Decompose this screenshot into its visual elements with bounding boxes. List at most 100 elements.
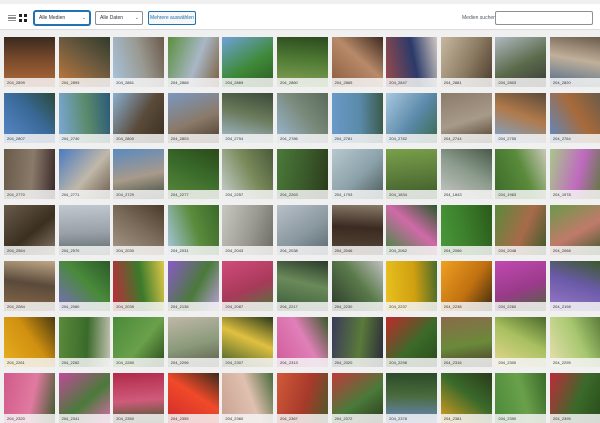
media-thumbnail[interactable]: 204_2820 (549, 37, 600, 87)
media-thumbnail[interactable]: 204_2847 (386, 37, 438, 87)
media-thumbnail[interactable]: 204_2781 (331, 93, 383, 143)
media-thumbnail[interactable]: 204_2260 (495, 261, 547, 311)
media-thumbnail[interactable]: 204_2390 (495, 373, 547, 423)
chevron-down-icon: ⌄ (81, 15, 86, 21)
media-thumbnail[interactable]: 204_2786 (276, 93, 328, 143)
media-thumbnail[interactable]: 204_2381 (440, 373, 492, 423)
media-thumbnail[interactable]: 204_2300 (495, 317, 547, 367)
thumbnail-filename: 204_2261 (4, 358, 55, 367)
media-thumbnail[interactable]: 204_2341 (58, 373, 110, 423)
media-thumbnail[interactable]: 204_2372 (331, 373, 383, 423)
media-thumbnail[interactable]: 204_2062 (386, 205, 438, 255)
media-thumbnail[interactable]: 204_2807 (4, 93, 55, 143)
media-thumbnail[interactable]: 204_2564 (4, 205, 55, 255)
media-thumbnail[interactable]: 204_1843 (440, 149, 492, 199)
media-search-input[interactable] (495, 11, 593, 25)
media-thumbnail[interactable]: 204_2262 (58, 317, 110, 367)
thumbnail-filename: 204_2295 (549, 358, 600, 367)
media-thumbnail[interactable]: 204_2893 (58, 37, 110, 87)
media-thumbnail[interactable]: 204_2367 (276, 373, 328, 423)
media-thumbnail[interactable]: 204_2729 (113, 149, 165, 199)
media-thumbnail[interactable]: 204_1978 (549, 149, 600, 199)
media-thumbnail[interactable]: 204_2320 (331, 317, 383, 367)
media-thumbnail[interactable]: 204_2350 (113, 373, 165, 423)
media-thumbnail[interactable]: 204_2038 (276, 205, 328, 255)
media-thumbnail[interactable]: 204_2378 (386, 373, 438, 423)
media-thumbnail[interactable]: 204_2046 (331, 205, 383, 255)
thumbnail-filename: 204_1834 (386, 190, 438, 199)
media-thumbnail[interactable]: 204_2869 (222, 37, 274, 87)
media-thumbnail[interactable]: 204_2048 (495, 205, 547, 255)
media-thumbnail[interactable]: 204_2066 (440, 205, 492, 255)
thumbnail-filename: 204_2744 (440, 134, 492, 143)
thumbnail-filename: 204_2084 (4, 302, 55, 311)
media-thumbnail[interactable]: 204_2298 (386, 317, 438, 367)
media-thumbnail[interactable]: 204_2237 (386, 261, 438, 311)
media-thumbnail[interactable]: 204_2355 (167, 373, 219, 423)
media-thumbnail[interactable]: 204_2899 (4, 37, 55, 87)
media-thumbnail[interactable]: 204_2570 (58, 205, 110, 255)
media-thumbnail[interactable]: 204_1793 (331, 149, 383, 199)
media-thumbnail[interactable]: 204_1963 (495, 149, 547, 199)
media-type-filter-select[interactable]: Alle Medien ⌄ (34, 11, 90, 25)
media-thumbnail[interactable]: 204_2800 (113, 93, 165, 143)
media-thumbnail[interactable]: 204_2771 (58, 149, 110, 199)
thumbnail-filename: 204_2771 (58, 190, 110, 199)
media-thumbnail[interactable]: 204_2881 (440, 37, 492, 87)
media-thumbnail[interactable]: 204_2031 (167, 205, 219, 255)
media-thumbnail[interactable]: 204_2035 (113, 261, 165, 311)
media-thumbnail[interactable]: 204_2030 (113, 205, 165, 255)
thumbnail-filename: 204_2803 (167, 134, 219, 143)
thumbnail-filename: 204_2237 (386, 302, 438, 311)
media-thumbnail[interactable]: 204_2296 (167, 317, 219, 367)
media-thumbnail[interactable]: 204_2861 (113, 37, 165, 87)
media-thumbnail[interactable]: 204_2136 (167, 261, 219, 311)
media-thumbnail[interactable]: 204_2316 (440, 317, 492, 367)
grid-view-icon[interactable] (19, 14, 27, 22)
media-thumbnail[interactable]: 204_2307 (222, 317, 274, 367)
media-thumbnail[interactable]: 204_2087 (222, 261, 274, 311)
media-thumbnail[interactable]: 204_2261 (4, 317, 55, 367)
media-thumbnail[interactable]: 204_2740 (58, 93, 110, 143)
media-thumbnail[interactable]: 204_2803 (167, 93, 219, 143)
thumbnail-filename: 204_2367 (276, 414, 328, 423)
media-thumbnail[interactable]: 204_1834 (386, 149, 438, 199)
media-thumbnail[interactable]: 204_2860 (276, 37, 328, 87)
media-thumbnail[interactable]: 204_2068 (549, 205, 600, 255)
media-thumbnail[interactable]: 204_2764 (549, 93, 600, 143)
media-thumbnail[interactable]: 204_2263 (276, 149, 328, 199)
thumbnail-filename: 204_2800 (113, 134, 165, 143)
media-thumbnail[interactable]: 204_2257 (222, 149, 274, 199)
thumbnail-filename: 204_2355 (167, 414, 219, 423)
media-thumbnail[interactable]: 204_2794 (222, 93, 274, 143)
media-thumbnail[interactable]: 204_2313 (276, 317, 328, 367)
media-thumbnail[interactable]: 204_2865 (331, 37, 383, 87)
media-thumbnail[interactable]: 204_2395 (549, 373, 600, 423)
media-thumbnail[interactable]: 204_2198 (549, 261, 600, 311)
thumbnail-filename: 204_2320 (331, 358, 383, 367)
thumbnail-filename: 204_2570 (58, 246, 110, 255)
media-thumbnail[interactable]: 204_2238 (440, 261, 492, 311)
media-thumbnail[interactable]: 204_2217 (276, 261, 328, 311)
media-thumbnail[interactable]: 204_2080 (58, 261, 110, 311)
media-thumbnail[interactable]: 204_2782 (386, 93, 438, 143)
media-thumbnail[interactable]: 204_2744 (440, 93, 492, 143)
list-view-icon[interactable] (8, 14, 16, 22)
thumbnail-filename: 204_2360 (222, 414, 274, 423)
media-thumbnail[interactable]: 204_2295 (549, 317, 600, 367)
media-thumbnail[interactable]: 204_2803 (495, 37, 547, 87)
thumbnail-filename: 204_2048 (495, 246, 547, 255)
media-thumbnail[interactable]: 204_2360 (222, 373, 274, 423)
media-thumbnail[interactable]: 204_2280 (113, 317, 165, 367)
thumbnail-filename: 204_2217 (276, 302, 328, 311)
bulk-select-button[interactable]: Mehrere auswählen (148, 11, 196, 25)
media-thumbnail[interactable]: 204_2320 (4, 373, 55, 423)
media-thumbnail[interactable]: 204_2868 (167, 37, 219, 87)
media-thumbnail[interactable]: 204_2043 (222, 205, 274, 255)
date-filter-select[interactable]: Alle Daten ⌄ (95, 11, 143, 25)
media-thumbnail[interactable]: 204_2755 (495, 93, 547, 143)
media-thumbnail[interactable]: 204_2230 (331, 261, 383, 311)
media-thumbnail[interactable]: 204_2770 (4, 149, 55, 199)
media-thumbnail[interactable]: 204_2277 (167, 149, 219, 199)
media-thumbnail[interactable]: 204_2084 (4, 261, 55, 311)
